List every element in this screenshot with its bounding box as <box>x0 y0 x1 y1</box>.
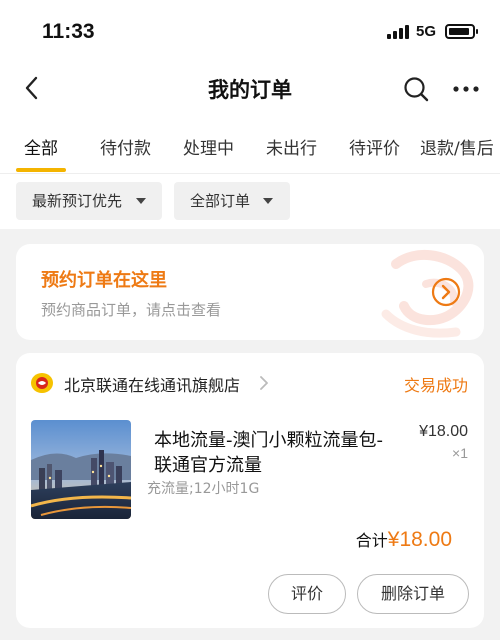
tab-pending-payment[interactable]: 待付款 <box>100 134 151 159</box>
caret-down-icon <box>263 198 273 204</box>
nav-header: 我的订单 <box>0 62 500 117</box>
order-card: 北京联通在线通讯旗舰店 交易成功 本地流量-澳门小颗粒流量包-联通官方流量 充流… <box>16 353 484 628</box>
decorative-pattern-icon <box>381 249 474 338</box>
more-dots-icon[interactable] <box>452 75 480 103</box>
signal-icon <box>387 25 409 39</box>
order-type-filter-label: 全部订单 <box>190 192 251 210</box>
battery-icon <box>445 24 478 39</box>
order-total: 合计¥18.00 <box>356 527 452 552</box>
caret-down-icon <box>136 198 146 204</box>
product-thumbnail[interactable] <box>31 420 131 519</box>
product-title[interactable]: 本地流量-澳门小颗粒流量包-联通官方流量 <box>154 428 386 478</box>
network-type: 5G <box>416 23 437 40</box>
total-label: 合计 <box>355 531 388 550</box>
status-time: 11:33 <box>42 20 95 43</box>
tab-refund-after-sales[interactable]: 退款/售后 <box>420 134 494 159</box>
banner-subtitle: 预约商品订单，请点击查看 <box>41 301 222 319</box>
banner-title: 预约订单在这里 <box>41 270 167 291</box>
search-icon[interactable] <box>402 75 430 103</box>
store-logo-icon <box>31 373 53 393</box>
order-tabs: 全部 待付款 处理中 未出行 待评价 退款/售后 <box>0 117 500 174</box>
active-tab-indicator <box>16 168 66 172</box>
quantity: ×1 <box>452 445 468 461</box>
chevron-right-circle-icon[interactable] <box>431 277 461 307</box>
order-status: 交易成功 <box>403 376 468 395</box>
unit-price: ¥18.00 <box>419 423 468 440</box>
review-button[interactable]: 评价 <box>268 574 346 614</box>
delete-order-button[interactable]: 删除订单 <box>357 574 469 614</box>
chevron-right-icon[interactable] <box>258 374 270 392</box>
tab-processing[interactable]: 处理中 <box>183 134 234 159</box>
reservation-orders-banner[interactable]: 预约订单在这里 预约商品订单，请点击查看 <box>16 244 484 340</box>
tab-not-traveled[interactable]: 未出行 <box>266 134 317 159</box>
filter-bar: 最新预订优先 全部订单 <box>0 174 500 229</box>
sort-filter-label: 最新预订优先 <box>32 192 123 210</box>
store-name[interactable]: 北京联通在线通讯旗舰店 <box>64 372 240 396</box>
sort-filter-dropdown[interactable]: 最新预订优先 <box>16 182 162 220</box>
status-bar: 11:33 5G <box>0 0 500 62</box>
product-spec: 充流量;12小时1G <box>147 481 260 497</box>
total-amount: ¥18.00 <box>387 528 452 551</box>
tab-all[interactable]: 全部 <box>24 134 58 159</box>
order-type-filter-dropdown[interactable]: 全部订单 <box>174 182 290 220</box>
tab-pending-review[interactable]: 待评价 <box>349 134 400 159</box>
